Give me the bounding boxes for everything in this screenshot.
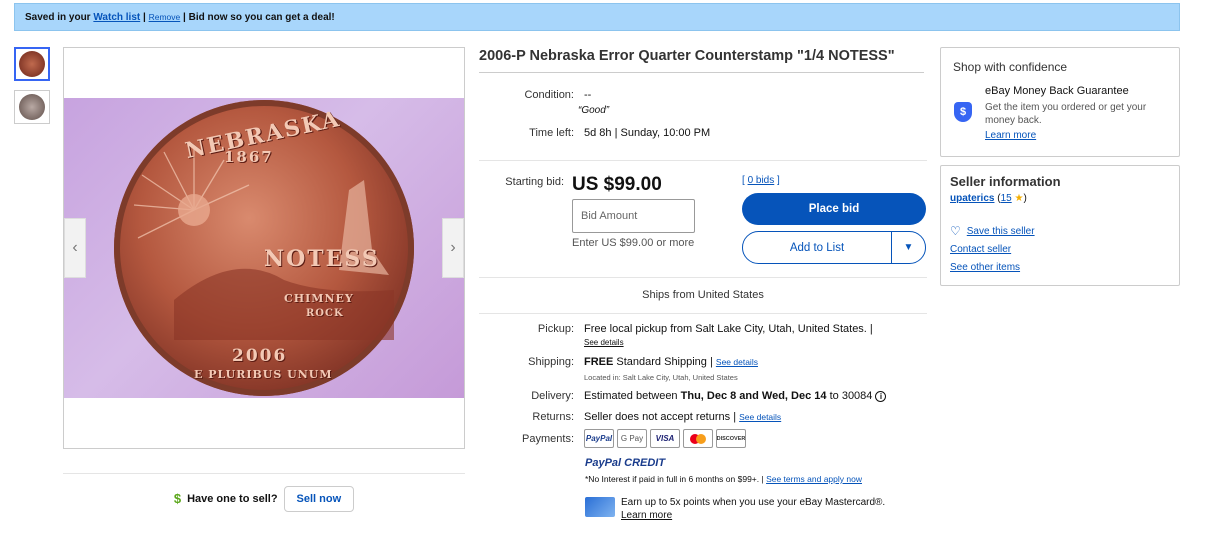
time-left-label: Time left: — [529, 127, 574, 139]
heart-icon: ♡ — [950, 224, 961, 238]
shipping-label: Shipping: — [528, 356, 574, 368]
divider — [479, 313, 927, 314]
returns-label: Returns: — [532, 411, 574, 423]
prev-image-arrow[interactable]: ‹ — [64, 218, 86, 278]
price: US $99.00 — [572, 174, 662, 195]
mastercard-learn-more-link[interactable]: Learn more — [621, 510, 672, 521]
add-to-list-button[interactable]: Add to List — [743, 242, 891, 254]
bid-amount-input[interactable] — [572, 199, 695, 233]
coin-year: 2006 — [232, 346, 288, 366]
condition-note: “Good” — [578, 105, 610, 116]
ebay-mastercard-icon — [585, 497, 615, 517]
guarantee-learn-more-link[interactable]: Learn more — [985, 130, 1036, 141]
bids-count: [ 0 bids ] — [742, 175, 780, 186]
sell-section: $ Have one to sell? Sell now — [63, 473, 465, 523]
banner-suffix: | Bid now so you can get a deal! — [183, 11, 335, 23]
bid-hint: Enter US $99.00 or more — [572, 237, 695, 249]
payments-label: Payments: — [522, 433, 574, 445]
pickup-value: Free local pickup from Salt Lake City, U… — [584, 323, 873, 335]
guarantee-description: Get the item you ordered or get your mon… — [985, 102, 1147, 126]
remove-link[interactable]: Remove — [149, 12, 181, 22]
thumbnail-2[interactable] — [14, 90, 50, 124]
coin-thumbnail-image — [19, 94, 45, 120]
coin-chimney-text: CHIMNEY — [284, 292, 354, 305]
shipping-see-details-link[interactable]: See details — [716, 357, 758, 367]
save-seller-link[interactable]: Save this seller — [967, 226, 1035, 237]
dollar-icon: $ — [173, 491, 182, 506]
place-bid-button[interactable]: Place bid — [742, 193, 926, 225]
sell-label: Have one to sell? — [187, 492, 278, 505]
shield-dollar-icon: $ — [954, 102, 972, 122]
shop-with-confidence-card: Shop with confidence $ eBay Money Back G… — [940, 47, 1180, 157]
shipping-value: FREE Standard Shipping | See details — [584, 356, 758, 368]
delivery-post: to 30084 — [829, 390, 873, 402]
divider — [479, 277, 927, 278]
coin-thumbnail-image — [19, 51, 45, 77]
visa-icon: VISA — [650, 429, 680, 448]
paypal-icon: PayPal — [584, 429, 614, 448]
located-in: Located in: Salt Lake City, Utah, United… — [584, 373, 738, 382]
coin-image: NEBRASKA 1867 NOTESS CHIMNEY ROCK 2006 E… — [114, 100, 414, 396]
seller-heading: Seller information — [950, 174, 1061, 189]
paypal-credit-terms: *No Interest if paid in full in 6 months… — [585, 474, 862, 484]
coin-photo[interactable]: NEBRASKA 1867 NOTESS CHIMNEY ROCK 2006 E… — [64, 98, 464, 398]
returns-value: Seller does not accept returns | See det… — [584, 411, 781, 423]
star-icon: ★ — [1014, 193, 1024, 204]
seller-identity: upaterics (15 ★) — [950, 193, 1027, 204]
coin-motto: E PLURIBUS UNUM — [194, 368, 333, 381]
seller-feedback-link[interactable]: 15 — [1001, 193, 1012, 204]
delivery-value: Estimated between Thu, Dec 8 and Wed, De… — [584, 390, 887, 402]
ships-from: Ships from United States — [642, 289, 764, 301]
confidence-heading: Shop with confidence — [953, 60, 1068, 74]
bids-link[interactable]: 0 bids — [748, 175, 775, 186]
sell-now-button[interactable]: Sell now — [283, 485, 355, 512]
see-other-items-link[interactable]: See other items — [950, 262, 1020, 273]
pickup-see-details-link[interactable]: See details — [584, 338, 624, 347]
banner-separator: | — [143, 11, 146, 23]
discover-icon: DISCOVER — [716, 429, 746, 448]
mastercard-icon — [683, 429, 713, 448]
guarantee-title: eBay Money Back Guarantee — [985, 85, 1129, 97]
delivery-pre: Estimated between — [584, 390, 678, 402]
returns-see-details-link[interactable]: See details — [739, 412, 781, 422]
paypal-credit-logo: PayPal CREDIT — [585, 457, 666, 469]
condition-value: -- — [584, 89, 592, 101]
delivery-label: Delivery: — [531, 390, 574, 402]
coin-stamp-text: NOTESS — [264, 246, 380, 272]
mastercard-promo: Earn up to 5x points when you use your e… — [621, 497, 886, 508]
delivery-dates: Thu, Dec 8 and Wed, Dec 14 — [680, 390, 827, 402]
add-to-list-control: Add to List ▼ — [742, 231, 926, 264]
google-pay-icon: G Pay — [617, 429, 647, 448]
save-seller-row[interactable]: ♡ Save this seller — [950, 224, 1035, 238]
watchlist-link[interactable]: Watch list — [93, 12, 140, 23]
info-icon[interactable]: i — [875, 391, 887, 402]
condition-label: Condition: — [524, 89, 574, 101]
contact-seller-link[interactable]: Contact seller — [950, 244, 1011, 255]
shipping-method: Standard Shipping | — [616, 356, 713, 368]
no-interest-text: *No Interest if paid in full in 6 months… — [585, 474, 764, 484]
item-title: 2006-P Nebraska Error Quarter Countersta… — [479, 48, 924, 73]
chevron-down-icon[interactable]: ▼ — [891, 232, 925, 263]
payment-methods: PayPal G Pay VISA DISCOVER — [584, 429, 749, 448]
main-image-container: NEBRASKA 1867 NOTESS CHIMNEY ROCK 2006 E… — [63, 47, 465, 449]
banner-prefix: Saved in your — [25, 11, 91, 23]
seller-username-link[interactable]: upaterics — [950, 193, 994, 204]
seller-information-card: Seller information upaterics (15 ★) ♡ Sa… — [940, 165, 1180, 286]
coin-rock-text: ROCK — [306, 308, 344, 319]
shipping-free: FREE — [584, 356, 614, 368]
starting-bid-label: Starting bid: — [505, 176, 564, 188]
time-left-value: 5d 8h | Sunday, 10:00 PM — [584, 127, 711, 139]
divider — [479, 160, 927, 161]
thumbnail-1[interactable] — [14, 47, 50, 81]
see-terms-link[interactable]: See terms and apply now — [766, 474, 862, 484]
returns-text: Seller does not accept returns | — [584, 411, 737, 423]
next-image-arrow[interactable]: › — [442, 218, 464, 278]
watchlist-banner: Saved in your Watch list | Remove | Bid … — [14, 3, 1180, 31]
pickup-label: Pickup: — [537, 323, 574, 335]
